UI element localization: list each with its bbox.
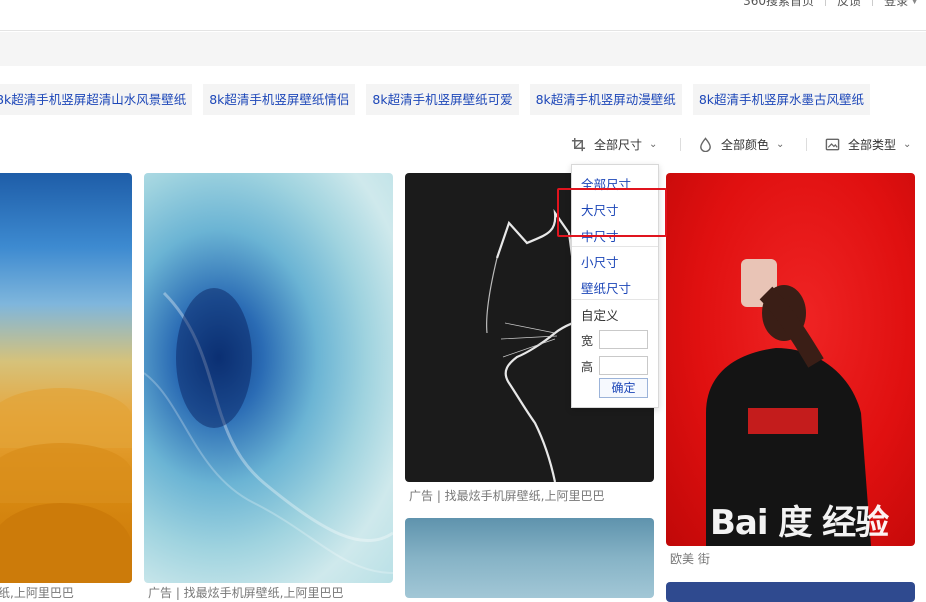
image-caption[interactable]: 纸,上阿里巴巴 bbox=[0, 584, 74, 601]
divider bbox=[572, 246, 658, 247]
height-label: 高 bbox=[581, 360, 594, 374]
top-links: 360搜索首页 反馈 登录 ▼ bbox=[743, 0, 918, 9]
top-bar: 360搜索首页 反馈 登录 ▼ bbox=[0, 0, 926, 31]
size-option-small[interactable]: 小尺寸 bbox=[581, 252, 619, 271]
width-input[interactable] bbox=[599, 330, 648, 349]
tag-item[interactable]: 8k超清手机竖屏动漫壁纸 bbox=[529, 84, 682, 115]
divider bbox=[825, 0, 827, 6]
image-card-desert[interactable] bbox=[0, 173, 132, 583]
feedback-link[interactable]: 反馈 bbox=[837, 0, 861, 9]
chevron-down-icon: ⌄ bbox=[903, 138, 912, 150]
tag-item[interactable]: 8k超清手机竖屏壁纸可爱 bbox=[366, 84, 519, 115]
search-band bbox=[0, 32, 926, 66]
size-filter[interactable]: 全部尺寸 ⌄ bbox=[571, 133, 657, 155]
divider bbox=[806, 138, 807, 151]
type-filter-label: 全部类型 bbox=[848, 137, 897, 152]
image-card-red-portrait[interactable] bbox=[666, 173, 915, 546]
portrait-graphic bbox=[706, 259, 871, 546]
chevron-down-icon: ▼ bbox=[911, 0, 918, 6]
dune-shape bbox=[0, 443, 132, 503]
tag-item[interactable]: 8k超清手机竖屏超清山水风景壁纸 bbox=[0, 84, 193, 115]
highlight-box bbox=[557, 188, 667, 237]
divider bbox=[872, 0, 874, 6]
watermark-url: jingyan.baidu.com bbox=[738, 553, 858, 568]
image-card-blue-wave[interactable] bbox=[144, 173, 393, 583]
size-option-wallpaper[interactable]: 壁纸尺寸 bbox=[581, 278, 631, 297]
related-tags: 8k超清手机竖屏超清山水风景壁纸 8k超清手机竖屏壁纸情侣 8k超清手机竖屏壁纸… bbox=[0, 84, 881, 115]
type-filter[interactable]: 全部类型 ⌄ bbox=[825, 133, 911, 155]
color-filter-label: 全部颜色 bbox=[721, 137, 770, 152]
home-link[interactable]: 360搜索首页 bbox=[743, 0, 814, 9]
chevron-down-icon: ⌄ bbox=[649, 138, 658, 150]
tag-item[interactable]: 8k超清手机竖屏壁纸情侣 bbox=[203, 84, 356, 115]
image-caption[interactable]: 欧美 街 bbox=[670, 550, 710, 567]
dune-shape bbox=[0, 503, 132, 583]
image-caption[interactable]: 广告 | 找最炫手机屏壁纸,上阿里巴巴 bbox=[409, 487, 605, 504]
size-filter-label: 全部尺寸 bbox=[594, 137, 643, 152]
image-type-icon bbox=[825, 138, 840, 150]
tag-item[interactable]: 8k超清手机竖屏水墨古风壁纸 bbox=[692, 84, 871, 115]
watermark-logo: Bai 度 经验 bbox=[710, 503, 889, 543]
image-card-navy[interactable] bbox=[666, 582, 915, 602]
chevron-down-icon: ⌄ bbox=[776, 138, 785, 150]
color-filter[interactable]: 全部颜色 ⌄ bbox=[698, 133, 784, 155]
wave-graphic bbox=[144, 288, 393, 574]
divider bbox=[680, 138, 681, 151]
divider bbox=[572, 299, 658, 300]
login-menu[interactable]: 登录 ▼ bbox=[884, 0, 918, 9]
crop-icon bbox=[571, 137, 586, 151]
confirm-button[interactable]: 确定 bbox=[599, 378, 648, 398]
image-caption[interactable]: 广告 | 找最炫手机屏壁纸,上阿里巴巴 bbox=[148, 584, 344, 601]
image-card-sky[interactable] bbox=[405, 518, 654, 598]
height-input[interactable] bbox=[599, 356, 648, 375]
droplet-icon bbox=[700, 136, 711, 152]
login-label: 登录 bbox=[884, 0, 909, 8]
width-label: 宽 bbox=[581, 334, 594, 348]
custom-size-title: 自定义 bbox=[581, 308, 619, 323]
dune-shape bbox=[0, 388, 132, 448]
